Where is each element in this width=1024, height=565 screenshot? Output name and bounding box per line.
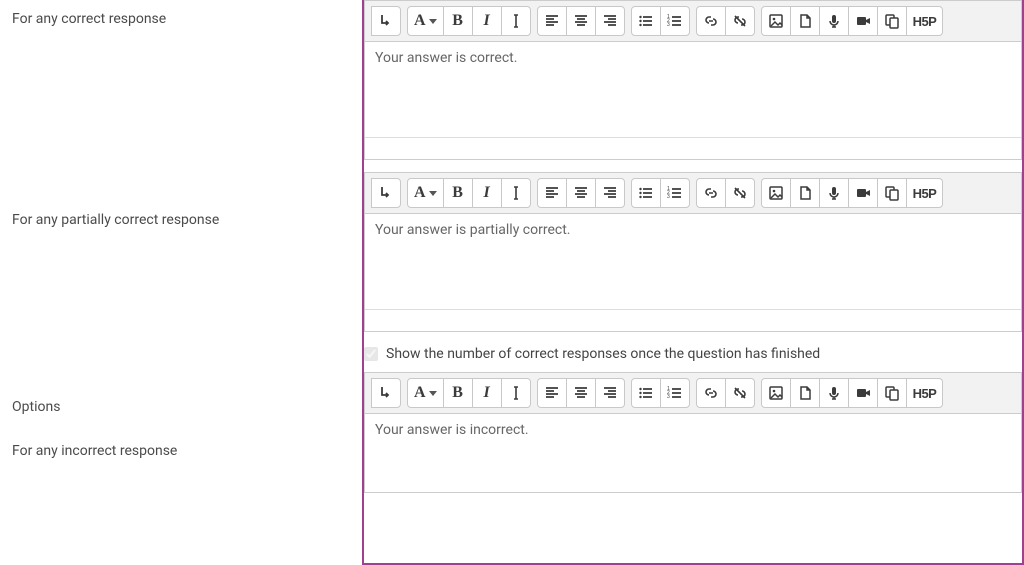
- video-button[interactable]: [848, 178, 878, 208]
- h5p-button[interactable]: H5P: [906, 378, 944, 408]
- toolbar-incorrect: A B I: [365, 373, 1021, 414]
- chevron-down-icon: [429, 391, 437, 396]
- numbered-list-button[interactable]: [660, 178, 690, 208]
- bullet-list-button[interactable]: [631, 178, 661, 208]
- link-button[interactable]: [696, 378, 726, 408]
- link-button[interactable]: [696, 178, 726, 208]
- bold-button[interactable]: B: [443, 6, 473, 36]
- video-button[interactable]: [848, 6, 878, 36]
- italic-button[interactable]: I: [472, 178, 502, 208]
- editor-correct: A B I: [364, 0, 1022, 160]
- toggle-toolbar-button[interactable]: [371, 378, 401, 408]
- align-center-button[interactable]: [566, 178, 596, 208]
- italic-button[interactable]: I: [472, 378, 502, 408]
- manage-files-button[interactable]: [877, 378, 907, 408]
- image-button[interactable]: [761, 178, 791, 208]
- align-center-button[interactable]: [566, 6, 596, 36]
- editor-incorrect: A B I: [364, 372, 1022, 493]
- bullet-list-button[interactable]: [631, 378, 661, 408]
- show-count-label: Show the number of correct responses onc…: [386, 346, 820, 362]
- bold-button[interactable]: B: [443, 178, 473, 208]
- manage-files-button[interactable]: [877, 178, 907, 208]
- label-correct: For any correct response: [12, 10, 346, 30]
- align-right-button[interactable]: [595, 378, 625, 408]
- align-right-button[interactable]: [595, 178, 625, 208]
- bullet-list-button[interactable]: [631, 6, 661, 36]
- editor-body-partial[interactable]: Your answer is partially correct.: [365, 214, 1021, 309]
- editor-footer: [365, 137, 1021, 159]
- editor-footer: [365, 309, 1021, 331]
- numbered-list-button[interactable]: [660, 378, 690, 408]
- chevron-down-icon: [429, 19, 437, 24]
- video-button[interactable]: [848, 378, 878, 408]
- show-count-checkbox[interactable]: [364, 347, 378, 361]
- toggle-toolbar-button[interactable]: [371, 6, 401, 36]
- toolbar-correct: A B I: [365, 1, 1021, 42]
- file-button[interactable]: [790, 178, 820, 208]
- microphone-button[interactable]: [819, 6, 849, 36]
- paragraph-style-button[interactable]: A: [407, 178, 444, 208]
- unlink-button[interactable]: [725, 178, 755, 208]
- editor-body-correct[interactable]: Your answer is correct.: [365, 42, 1021, 137]
- text-cursor-button[interactable]: [501, 178, 531, 208]
- align-left-button[interactable]: [537, 178, 567, 208]
- label-incorrect: For any incorrect response: [12, 442, 346, 462]
- microphone-button[interactable]: [819, 178, 849, 208]
- image-button[interactable]: [761, 6, 791, 36]
- feedback-panel: A B I: [362, 0, 1024, 565]
- text-cursor-button[interactable]: [501, 6, 531, 36]
- unlink-button[interactable]: [725, 6, 755, 36]
- chevron-down-icon: [429, 191, 437, 196]
- file-button[interactable]: [790, 6, 820, 36]
- paragraph-style-button[interactable]: A: [407, 378, 444, 408]
- label-options: Options: [12, 398, 346, 418]
- file-button[interactable]: [790, 378, 820, 408]
- text-cursor-button[interactable]: [501, 378, 531, 408]
- h5p-button[interactable]: H5P: [906, 6, 944, 36]
- label-partial: For any partially correct response: [12, 211, 346, 231]
- options-row: Show the number of correct responses onc…: [364, 344, 1022, 372]
- numbered-list-button[interactable]: [660, 6, 690, 36]
- paragraph-style-button[interactable]: A: [407, 6, 444, 36]
- manage-files-button[interactable]: [877, 6, 907, 36]
- link-button[interactable]: [696, 6, 726, 36]
- align-right-button[interactable]: [595, 6, 625, 36]
- toolbar-partial: A B I: [365, 173, 1021, 214]
- toggle-toolbar-button[interactable]: [371, 178, 401, 208]
- image-button[interactable]: [761, 378, 791, 408]
- microphone-button[interactable]: [819, 378, 849, 408]
- unlink-button[interactable]: [725, 378, 755, 408]
- align-left-button[interactable]: [537, 378, 567, 408]
- editor-partial: A B I: [364, 172, 1022, 332]
- editor-body-incorrect[interactable]: Your answer is incorrect.: [365, 414, 1021, 492]
- italic-button[interactable]: I: [472, 6, 502, 36]
- bold-button[interactable]: B: [443, 378, 473, 408]
- align-center-button[interactable]: [566, 378, 596, 408]
- h5p-button[interactable]: H5P: [906, 178, 944, 208]
- align-left-button[interactable]: [537, 6, 567, 36]
